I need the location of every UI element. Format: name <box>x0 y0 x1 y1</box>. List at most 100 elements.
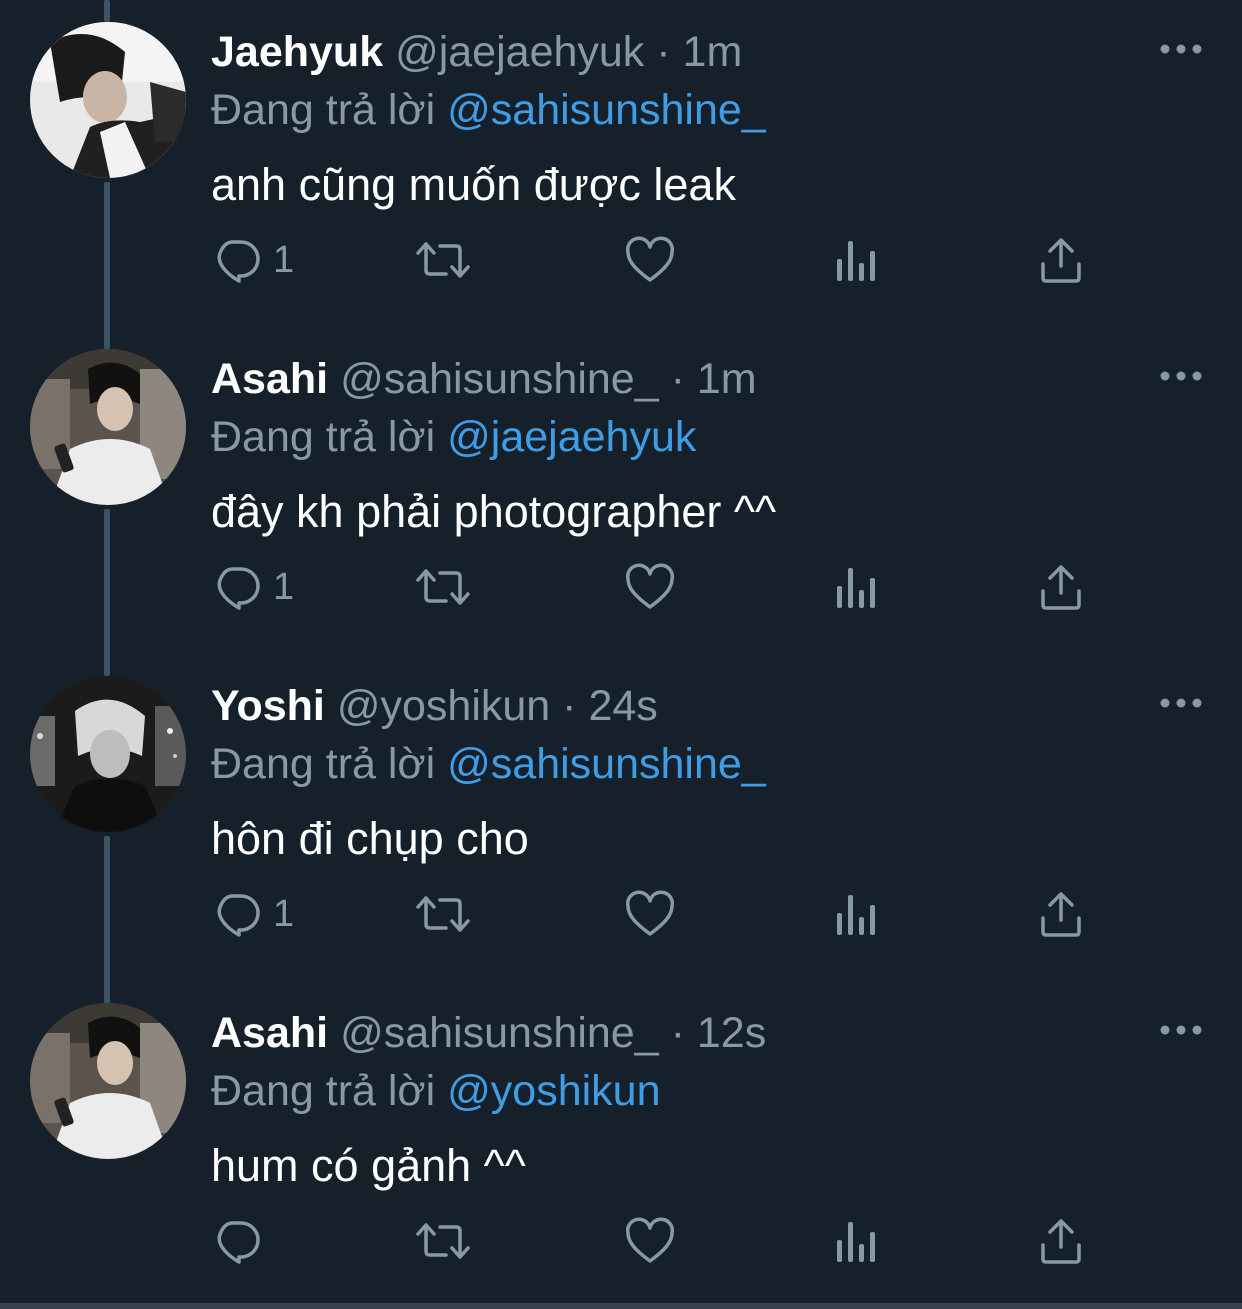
tweet-text: hum có gảnh ^^ <box>211 1140 526 1191</box>
separator: · <box>550 682 589 730</box>
timestamp[interactable]: 24s <box>588 682 657 730</box>
retweet-icon <box>416 1223 470 1259</box>
like-icon <box>625 563 675 609</box>
author-handle[interactable]: @sahisunshine_ <box>340 1009 659 1057</box>
retweet-button[interactable] <box>414 230 472 290</box>
like-icon <box>625 1217 675 1263</box>
bottom-divider <box>0 1303 1242 1309</box>
author-name[interactable]: Asahi <box>211 355 328 403</box>
retweet-button[interactable] <box>414 1211 472 1271</box>
share-icon <box>1041 1219 1081 1264</box>
share-icon <box>1041 892 1081 937</box>
reply-button[interactable] <box>213 1211 273 1271</box>
like-button[interactable] <box>625 1211 675 1271</box>
views-icon <box>837 568 875 608</box>
reply-icon <box>217 1221 260 1264</box>
more-options-button[interactable] <box>1158 1015 1204 1045</box>
replying-prefix: Đang trả lời <box>211 86 448 134</box>
like-button[interactable] <box>625 884 675 944</box>
avatar[interactable] <box>30 1003 186 1159</box>
author-handle[interactable]: @yoshikun <box>337 682 550 730</box>
avatar[interactable] <box>30 349 186 505</box>
tweet[interactable]: Yoshi @yoshikun · 24s Đang trả lời @sahi… <box>0 654 1242 981</box>
avatar-photo <box>30 22 186 178</box>
action-bar: 1 <box>0 557 1242 617</box>
replying-prefix: Đang trả lời <box>211 1067 448 1115</box>
tweet-text: đây kh phải photographer ^^ <box>211 486 777 537</box>
reply-icon <box>217 240 260 283</box>
more-icon <box>1160 698 1202 708</box>
share-button[interactable] <box>1039 557 1083 617</box>
separator: · <box>644 28 683 76</box>
separator: · <box>658 1009 697 1057</box>
mention-link[interactable]: @sahisunshine_ <box>447 86 766 134</box>
reply-button[interactable]: 1 <box>213 557 294 617</box>
like-button[interactable] <box>625 557 675 617</box>
like-icon <box>625 236 675 282</box>
timestamp[interactable]: 1m <box>683 28 743 76</box>
more-options-button[interactable] <box>1158 361 1204 391</box>
action-bar: 1 <box>0 884 1242 944</box>
timestamp[interactable]: 12s <box>697 1009 766 1057</box>
replying-to: Đang trả lời @sahisunshine_ <box>211 84 766 136</box>
tweet-text: hôn đi chụp cho <box>211 813 529 864</box>
avatar[interactable] <box>30 676 186 832</box>
share-button[interactable] <box>1039 1211 1083 1271</box>
reply-icon <box>217 894 260 937</box>
retweet-icon <box>416 242 470 278</box>
action-bar: 1 <box>0 230 1242 290</box>
more-icon <box>1160 1025 1202 1035</box>
reply-count: 1 <box>273 892 295 935</box>
share-button[interactable] <box>1039 230 1083 290</box>
views-icon <box>837 895 875 935</box>
more-options-button[interactable] <box>1158 688 1204 718</box>
mention-link[interactable]: @jaejaehyuk <box>447 413 696 461</box>
retweet-button[interactable] <box>414 884 472 944</box>
mention-link[interactable]: @yoshikun <box>447 1067 660 1115</box>
author-handle[interactable]: @sahisunshine_ <box>340 355 659 403</box>
reply-count: 1 <box>273 238 295 281</box>
share-icon <box>1041 238 1081 283</box>
more-icon <box>1160 371 1202 381</box>
tweet[interactable]: Asahi @sahisunshine_ · 1m Đang trả lời @… <box>0 327 1242 654</box>
avatar-photo <box>30 1003 186 1159</box>
tweet-header: Asahi @sahisunshine_ · 1m <box>211 353 757 405</box>
retweet-icon <box>416 896 470 932</box>
replying-prefix: Đang trả lời <box>211 740 448 788</box>
retweet-icon <box>416 569 470 605</box>
tweet-header: Yoshi @yoshikun · 24s <box>211 680 658 732</box>
reply-icon <box>217 567 260 610</box>
author-name[interactable]: Jaehyuk <box>211 28 383 76</box>
reply-button[interactable]: 1 <box>213 230 294 290</box>
tweet-header: Jaehyuk @jaejaehyuk · 1m <box>211 26 742 78</box>
author-name[interactable]: Asahi <box>211 1009 328 1057</box>
author-name[interactable]: Yoshi <box>211 682 325 730</box>
tweet[interactable]: Jaehyuk @jaejaehyuk · 1m Đang trả lời @s… <box>0 0 1242 327</box>
like-button[interactable] <box>625 230 675 290</box>
more-options-button[interactable] <box>1158 34 1204 64</box>
replying-to: Đang trả lời @sahisunshine_ <box>211 738 766 790</box>
tweet[interactable]: Asahi @sahisunshine_ · 12s Đang trả lời … <box>0 981 1242 1308</box>
replying-to: Đang trả lời @yoshikun <box>211 1065 661 1117</box>
views-button[interactable] <box>835 884 877 944</box>
avatar-photo <box>30 349 186 505</box>
views-button[interactable] <box>835 1211 877 1271</box>
reply-count: 1 <box>273 565 295 608</box>
tweet-header: Asahi @sahisunshine_ · 12s <box>211 1007 766 1059</box>
like-icon <box>625 890 675 936</box>
timestamp[interactable]: 1m <box>697 355 757 403</box>
views-icon <box>837 1222 875 1262</box>
avatar[interactable] <box>30 22 186 178</box>
views-button[interactable] <box>835 557 877 617</box>
tweet-text: anh cũng muốn được leak <box>211 159 736 210</box>
share-button[interactable] <box>1039 884 1083 944</box>
author-handle[interactable]: @jaejaehyuk <box>395 28 644 76</box>
retweet-button[interactable] <box>414 557 472 617</box>
avatar-photo <box>30 676 186 832</box>
views-button[interactable] <box>835 230 877 290</box>
more-icon <box>1160 44 1202 54</box>
replying-prefix: Đang trả lời <box>211 413 448 461</box>
action-bar <box>0 1211 1242 1271</box>
reply-button[interactable]: 1 <box>213 884 294 944</box>
mention-link[interactable]: @sahisunshine_ <box>447 740 766 788</box>
